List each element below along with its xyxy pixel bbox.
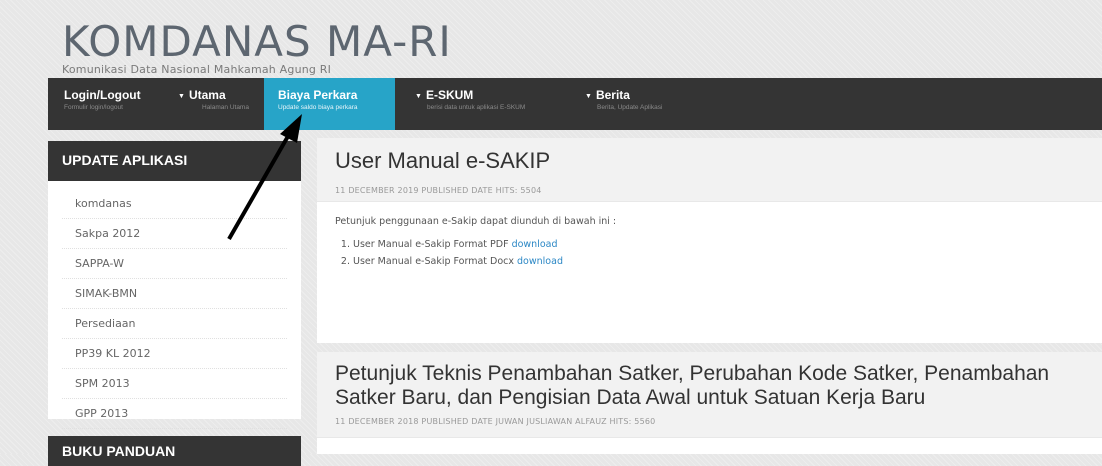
article-petunjuk-teknis: Petunjuk Teknis Penambahan Satker, Perub… <box>317 352 1102 454</box>
nav-sublabel: Berita, Update Aplikasi <box>597 104 663 111</box>
download-list: User Manual e-Sakip Format PDF download … <box>335 239 1102 267</box>
nav-label: E-SKUM <box>425 88 474 102</box>
article-meta: 11 DECEMBER 2018 PUBLISHED DATE JUWAN JU… <box>335 417 656 426</box>
nav-label: Biaya Perkara <box>278 88 358 102</box>
download-link-docx[interactable]: download <box>517 256 563 267</box>
article-header: User Manual e-SAKIP 11 DECEMBER 2019 PUB… <box>317 138 1102 202</box>
sidebar-item-simak-bmn[interactable]: SIMAK-BMN <box>62 279 287 309</box>
download-link-pdf[interactable]: download <box>512 239 558 250</box>
article-meta: 11 DECEMBER 2019 PUBLISHED DATE HITS: 55… <box>335 186 542 195</box>
sidebar-item-sakpa-2012[interactable]: Sakpa 2012 <box>62 219 287 249</box>
sidebar-update-aplikasi: UPDATE APLIKASI komdanas Sakpa 2012 SAPP… <box>48 141 301 429</box>
sidebar-item-gpp-2013[interactable]: GPP 2013 <box>62 399 287 429</box>
nav-label: Login/Logout <box>64 88 141 102</box>
sidebar-item-pp39-kl-2012[interactable]: PP39 KL 2012 <box>62 339 287 369</box>
article-title-line-2[interactable]: Satker Baru, dan Pengisian Data Awal unt… <box>335 386 1102 410</box>
list-item: User Manual e-Sakip Format PDF download <box>353 239 1102 250</box>
chevron-down-icon: ▼ <box>415 93 422 100</box>
sidebar-item-spm-2013[interactable]: SPM 2013 <box>62 369 287 399</box>
nav-sublabel: Formulir login/logout <box>64 104 123 111</box>
sidebar-item-sappa-w[interactable]: SAPPA-W <box>62 249 287 279</box>
nav-berita[interactable]: ▼ Berita Berita, Update Aplikasi <box>565 78 725 130</box>
article-user-manual: User Manual e-SAKIP 11 DECEMBER 2019 PUB… <box>317 138 1102 343</box>
main-nav: Login/Logout Formulir login/logout ▼ Utam… <box>48 78 1102 130</box>
sidebar-list: komdanas Sakpa 2012 SAPPA-W SIMAK-BMN Pe… <box>48 181 301 429</box>
sidebar-title: UPDATE APLIKASI <box>48 141 301 181</box>
nav-utama[interactable]: ▼ Utama Halaman Utama <box>160 78 264 130</box>
nav-sublabel: berisi data untuk aplikasi E-SKUM <box>427 104 526 111</box>
site-title: KOMDANAS MA-RI <box>62 17 452 66</box>
nav-sublabel: Halaman Utama <box>202 104 249 111</box>
list-item-text: User Manual e-Sakip Format PDF <box>353 239 512 250</box>
chevron-down-icon: ▼ <box>585 93 592 100</box>
sidebar-item-komdanas[interactable]: komdanas <box>62 189 287 219</box>
nav-label: Utama <box>188 88 226 102</box>
nav-label: Berita <box>595 88 630 102</box>
chevron-down-icon: ▼ <box>178 93 185 100</box>
nav-biaya-perkara[interactable]: Biaya Perkara Update saldo biaya perkara <box>264 78 395 130</box>
article-title-line-1[interactable]: Petunjuk Teknis Penambahan Satker, Perub… <box>335 362 1102 386</box>
nav-sublabel: Update saldo biaya perkara <box>278 104 358 111</box>
list-item: User Manual e-Sakip Format Docx download <box>353 256 1102 267</box>
article-intro: Petunjuk penggunaan e-Sakip dapat diundu… <box>335 216 617 227</box>
nav-login-logout[interactable]: Login/Logout Formulir login/logout <box>48 78 160 130</box>
sidebar-item-persediaan[interactable]: Persediaan <box>62 309 287 339</box>
article-title[interactable]: User Manual e-SAKIP <box>335 148 1102 174</box>
article-header: Petunjuk Teknis Penambahan Satker, Perub… <box>317 352 1102 438</box>
sidebar-title-buku-panduan: BUKU PANDUAN <box>48 436 301 466</box>
article-body: Petunjuk penggunaan e-Sakip dapat diundu… <box>317 202 1102 267</box>
site-logo[interactable]: KOMDANAS MA-RI Komunikasi Data Nasional … <box>62 17 452 77</box>
list-item-text: User Manual e-Sakip Format Docx <box>353 256 518 267</box>
nav-e-skum[interactable]: ▼ E-SKUM berisi data untuk aplikasi E-SKU… <box>395 78 565 130</box>
